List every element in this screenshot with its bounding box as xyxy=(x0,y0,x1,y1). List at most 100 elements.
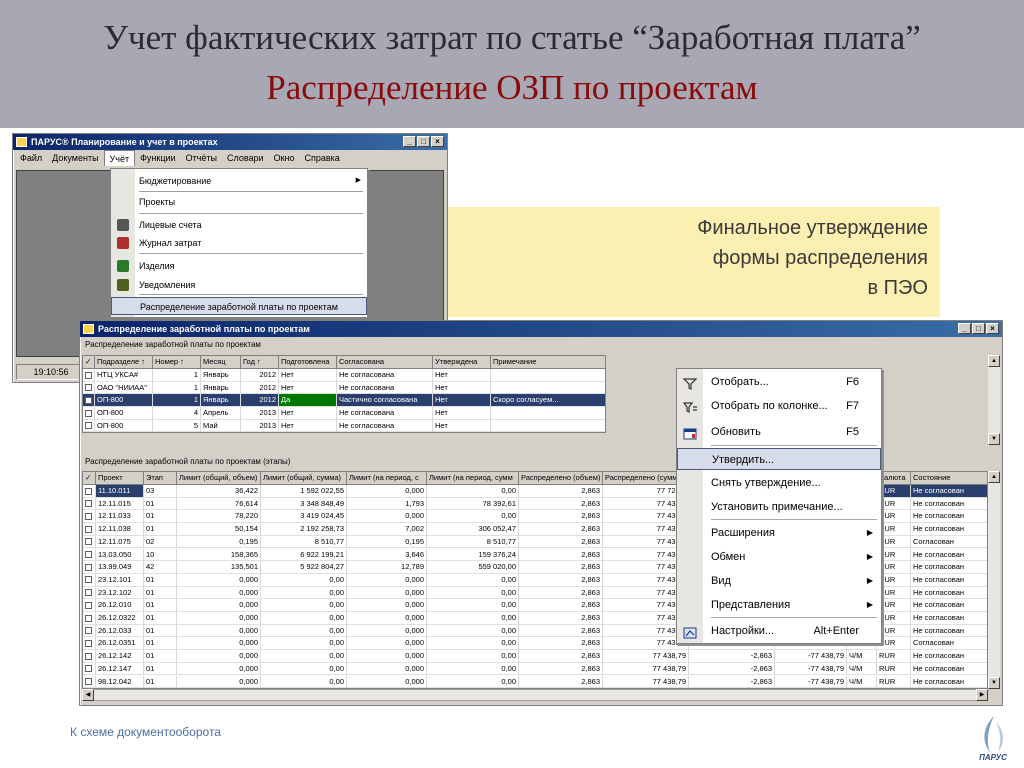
doc-maximize-button[interactable]: □ xyxy=(972,323,985,334)
scroll-down-button[interactable]: ▼ xyxy=(988,433,1000,445)
table-row[interactable]: ОП-800 5 Май 2013 Нет Не согласована Нет xyxy=(83,419,605,432)
doc-close-button[interactable]: × xyxy=(986,323,999,334)
bottom-grid-scrollbar[interactable]: ▲ ▼ xyxy=(988,471,1000,689)
table-cell: 2 192 258,73 xyxy=(261,523,347,536)
row-checkbox[interactable] xyxy=(83,407,95,420)
scroll-left-button[interactable]: ◀ xyxy=(82,689,94,701)
context-menu-item-6[interactable]: Расширения ▶ xyxy=(677,522,881,544)
column-header[interactable]: Валюта xyxy=(877,472,911,485)
context-menu-item-7[interactable]: Обмен ▶ xyxy=(677,546,881,568)
context-menu-item-9[interactable]: Представления ▶ xyxy=(677,594,881,616)
table-row[interactable]: 26.12.142 01 0,000 0,00 0,000 0,00 2,863 77 438… xyxy=(83,650,987,663)
row-checkbox[interactable] xyxy=(83,650,96,663)
context-menu-item-0[interactable]: Отобрать... F6 xyxy=(677,371,881,393)
column-header[interactable]: Лимит (общий, объем) xyxy=(177,472,261,485)
table-row[interactable]: ОП-800 1 Январь 2012 Да Частично согласована Н… xyxy=(83,394,605,408)
dropdown-item-4[interactable]: Изделия xyxy=(111,257,367,275)
menu-item-5[interactable]: Словари xyxy=(222,150,269,166)
row-checkbox[interactable] xyxy=(83,675,96,688)
row-checkbox[interactable] xyxy=(83,586,96,600)
context-menu-item-8[interactable]: Вид ▶ xyxy=(677,570,881,592)
row-checkbox[interactable] xyxy=(83,599,96,612)
context-menu-item-3[interactable]: Утвердить... xyxy=(677,448,881,470)
context-menu-item-2[interactable]: Обновить F5 xyxy=(677,421,881,443)
context-menu-item-1[interactable]: Отобрать по колонке... F7 xyxy=(677,395,881,417)
column-header[interactable]: ✓ xyxy=(83,356,95,369)
column-header[interactable]: Согласована xyxy=(337,356,433,369)
context-menu-item-4[interactable]: Снять утверждение... xyxy=(677,472,881,494)
menu-item-1[interactable]: Документы xyxy=(47,150,103,166)
row-checkbox[interactable] xyxy=(83,485,96,498)
scroll-down-button-2[interactable]: ▼ xyxy=(988,677,1000,689)
column-header[interactable]: ✓ xyxy=(83,472,96,485)
menu-item-3[interactable]: Функции xyxy=(135,150,180,166)
table-row[interactable]: ОАО "НИИАА" 1 Январь 2012 Нет Не согласована Н… xyxy=(83,381,605,395)
column-header[interactable]: Месяц xyxy=(201,356,241,369)
row-checkbox[interactable] xyxy=(83,369,95,382)
column-header[interactable]: Год ↑ xyxy=(241,356,279,369)
dropdown-item-1[interactable]: Проекты xyxy=(111,193,367,211)
minimize-button[interactable]: _ xyxy=(403,136,416,147)
scheme-link[interactable]: К схеме документооборота xyxy=(70,725,221,739)
close-button[interactable]: × xyxy=(431,136,444,147)
row-checkbox[interactable] xyxy=(83,523,96,536)
row-checkbox[interactable] xyxy=(83,548,96,562)
table-cell: 0,00 xyxy=(427,675,519,688)
horizontal-scrollbar[interactable]: ◀ ▶ xyxy=(82,689,988,701)
row-checkbox[interactable] xyxy=(83,381,95,395)
row-checkbox[interactable] xyxy=(83,510,96,524)
menu-item-6[interactable]: Окно xyxy=(269,150,300,166)
row-checkbox[interactable] xyxy=(83,637,96,651)
menu-item-2[interactable]: Учёт xyxy=(103,150,136,166)
row-checkbox[interactable] xyxy=(83,612,96,625)
table-row[interactable]: ОП-800 4 Апрель 2013 Нет Не согласована Нет xyxy=(83,407,605,420)
row-checkbox[interactable] xyxy=(83,662,96,676)
maximize-button[interactable]: □ xyxy=(417,136,430,147)
dropdown-item-3[interactable]: Журнал затрат xyxy=(111,234,367,252)
dropdown-item-6[interactable]: Распределение заработной платы по проект… xyxy=(111,297,367,315)
row-checkbox[interactable] xyxy=(83,497,96,511)
dropdown-item-5[interactable]: Уведомления xyxy=(111,276,367,294)
top-grid-scrollbar[interactable]: ▲ ▼ xyxy=(988,355,1000,445)
table-cell: 2,863 xyxy=(519,637,603,651)
context-menu-item-5[interactable]: Установить примечание... xyxy=(677,496,881,518)
row-checkbox[interactable] xyxy=(83,419,95,432)
column-header[interactable]: Распределено (объем) xyxy=(519,472,603,485)
main-window-titlebar[interactable]: ПАРУС® Планирование и учет в проектах _ … xyxy=(13,134,447,150)
row-checkbox[interactable] xyxy=(83,535,96,549)
column-header[interactable]: Состояние xyxy=(911,472,987,485)
column-header[interactable]: Лимит (на период, с xyxy=(347,472,427,485)
row-checkbox[interactable] xyxy=(83,561,96,574)
scroll-right-button[interactable]: ▶ xyxy=(976,689,988,701)
row-checkbox[interactable] xyxy=(83,573,96,587)
column-header[interactable]: Этап xyxy=(144,472,177,485)
table-row[interactable]: 98.12.042 01 0,000 0,00 0,000 0,00 2,863 77 438… xyxy=(83,675,987,688)
column-header[interactable]: Проект xyxy=(96,472,144,485)
column-header[interactable]: Подразделе ↑ xyxy=(95,356,153,369)
dropdown-item-2[interactable]: Лицевые счета xyxy=(111,216,367,234)
table-cell: 2,863 xyxy=(519,548,603,562)
table-cell: 12.11.075 xyxy=(96,535,144,549)
doc-minimize-button[interactable]: _ xyxy=(958,323,971,334)
row-checkbox[interactable] xyxy=(83,624,96,638)
table-cell: Нет xyxy=(433,369,491,382)
column-header[interactable]: Номер ↑ xyxy=(153,356,201,369)
context-menu-item-10[interactable]: Настройки... Alt+Enter xyxy=(677,620,881,642)
scroll-up-button-2[interactable]: ▲ xyxy=(988,471,1000,483)
callout-line-2: формы распределения xyxy=(712,247,928,269)
column-header[interactable]: Утверждена xyxy=(433,356,491,369)
column-header[interactable]: Подготовлена xyxy=(279,356,337,369)
row-checkbox[interactable] xyxy=(83,394,95,408)
table-cell: Не согласован xyxy=(911,599,987,612)
column-header[interactable]: Лимит (общий, сумма) xyxy=(261,472,347,485)
table-row[interactable]: 26.12.147 01 0,000 0,00 0,000 0,00 2,863 77 438… xyxy=(83,662,987,676)
column-header[interactable]: Примечание xyxy=(491,356,605,369)
menu-item-7[interactable]: Справка xyxy=(299,150,344,166)
table-row[interactable]: НТЦ УКСА# 1 Январь 2012 Нет Не согласована Нет xyxy=(83,369,605,382)
dropdown-item-0[interactable]: Бюджетирование ▶ xyxy=(111,172,367,190)
scroll-up-button[interactable]: ▲ xyxy=(988,355,1000,367)
distribution-window-titlebar[interactable]: Распределение заработной платы по проект… xyxy=(80,321,1002,337)
menu-item-4[interactable]: Отчёты xyxy=(181,150,222,166)
column-header[interactable]: Лимит (на период, сумм xyxy=(427,472,519,485)
menu-item-0[interactable]: Файл xyxy=(15,150,47,166)
